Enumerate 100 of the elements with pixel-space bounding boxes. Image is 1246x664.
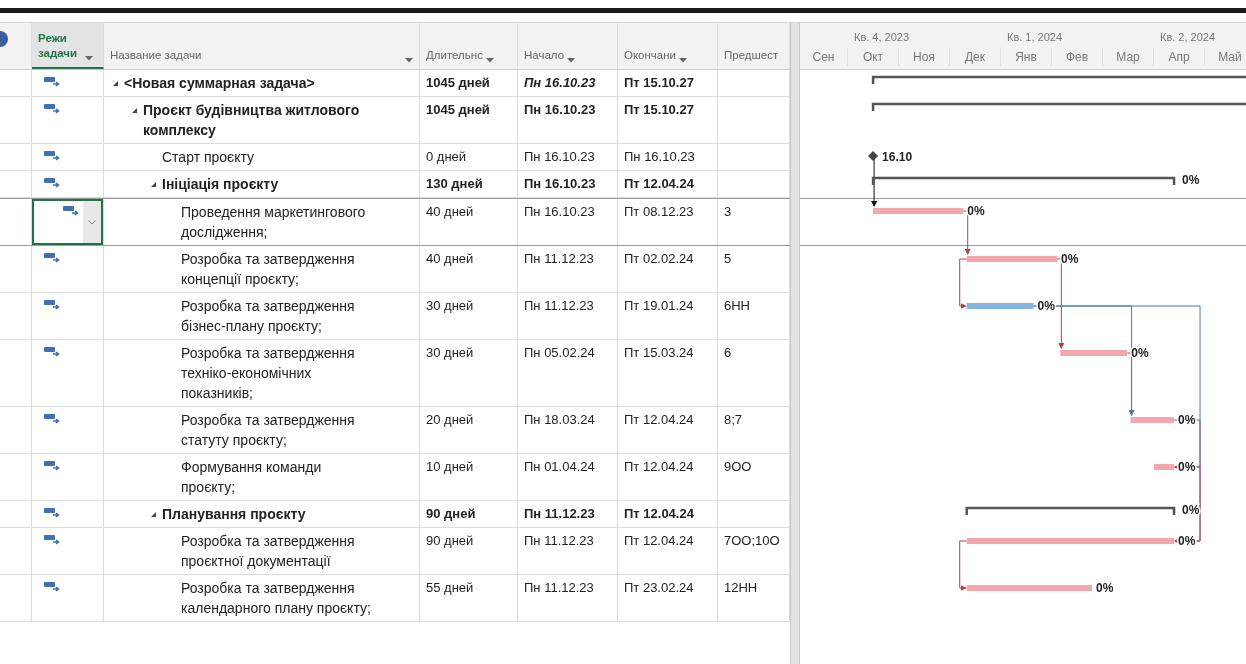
task-row[interactable]: Розробка та затвердження техніко-економічних показників; 30 дней Пн 05.02.24 Пт 15.03.24 6 xyxy=(0,340,790,407)
predecessors-cell: 12НН xyxy=(724,580,758,595)
start-date-cell: Пн 11.12.23 xyxy=(524,580,594,595)
task-name: Старт проєкту xyxy=(162,148,255,167)
finish-date-cell: Пт 12.04.24 xyxy=(624,506,694,521)
dropdown-arrow-icon[interactable] xyxy=(679,58,687,63)
duration-cell: 30 дней xyxy=(426,345,474,360)
task-row[interactable]: Планування проєкту 90 дней Пн 11.12.23 Пт 12.04.24 xyxy=(0,501,790,528)
finish-date-cell: Пт 12.04.24 xyxy=(624,533,694,548)
dropdown-arrow-icon[interactable] xyxy=(405,58,413,63)
finish-date-cell: Пт 12.04.24 xyxy=(624,176,694,191)
task-name: Розробка та затвердження концепції проєкту; xyxy=(181,250,356,289)
duration-cell: 40 дней xyxy=(426,204,474,219)
finish-date-cell: Пт 08.12.23 xyxy=(624,204,694,219)
month-label: Фев xyxy=(1065,50,1089,65)
task-row[interactable]: Розробка та затвердження проєктної документації 90 дней Пн 11.12.23 Пт 12.04.24 7ОО;10О xyxy=(0,528,790,575)
finish-date-cell: Пт 12.04.24 xyxy=(624,412,694,427)
task-mode-dropdown[interactable] xyxy=(32,199,103,245)
column-header[interactable]: Начало xyxy=(518,23,618,69)
task-row[interactable]: Формування команди проєкту; 10 дней Пн 01.04.24 Пт 12.04.24 9ОО xyxy=(0,454,790,501)
duration-cell: 1045 дней xyxy=(426,102,490,117)
task-name: <Новая суммарная задача> xyxy=(124,74,315,93)
task-row[interactable]: <Новая суммарная задача> 1045 дней Пн 16.10.23 Пт 15.10.27 xyxy=(0,70,790,97)
summary-bar[interactable] xyxy=(871,75,1246,86)
duration-cell: 90 дней xyxy=(426,533,474,548)
duration-cell: 0 дней xyxy=(426,149,467,164)
task-name: Розробка та затвердження календарного плану проєкту; xyxy=(181,579,372,618)
start-date-cell: Пн 16.10.23 xyxy=(524,204,595,219)
start-date-cell: Пн 16.10.23 xyxy=(524,102,596,117)
bar-label: 0% xyxy=(1178,413,1196,427)
predecessors-cell: 9ОО xyxy=(724,459,752,474)
finish-date-cell: Пт 02.02.24 xyxy=(624,251,694,266)
finish-date-cell: Пт 19.01.24 xyxy=(624,298,694,313)
duration-cell: 40 дней xyxy=(426,251,474,266)
duration-cell: 30 дней xyxy=(426,298,474,313)
predecessors-cell: 6НН xyxy=(724,298,750,313)
month-label: Апр xyxy=(1168,50,1190,65)
column-header[interactable]: Окончани xyxy=(618,23,718,69)
task-mode-icon xyxy=(44,581,60,592)
month-label: Мар xyxy=(1116,50,1140,65)
chevron-down-icon[interactable] xyxy=(88,219,96,225)
quarter-label: Кв. 2, 2024 xyxy=(1160,31,1216,43)
start-date-cell: Пн 01.04.24 xyxy=(524,459,595,474)
bar-label: 0% xyxy=(967,204,985,218)
summary-bar[interactable] xyxy=(871,102,1246,113)
task-row[interactable]: Розробка та затвердження календарного плану проєкту; 55 дней Пн 11.12.23 Пт 23.02.24 12НН xyxy=(0,575,790,622)
task-mode-icon xyxy=(44,460,60,471)
start-date-cell: Пн 16.10.23 xyxy=(524,176,596,191)
summary-bar[interactable] xyxy=(871,176,1176,185)
summary-bar[interactable] xyxy=(965,506,1176,515)
task-mode-icon xyxy=(44,150,60,161)
bar-label: 0% xyxy=(1061,252,1079,266)
column-header[interactable]: Режи задачи xyxy=(32,23,104,69)
dropdown-arrow-icon[interactable] xyxy=(567,58,576,63)
month-label: Янв xyxy=(1015,50,1037,65)
quarter-label: Кв. 4, 2023 xyxy=(854,31,910,43)
task-mode-icon xyxy=(44,76,60,87)
task-mode-icon xyxy=(44,534,60,545)
column-header[interactable]: Длительнс xyxy=(420,23,518,69)
bar-label: 16.10 xyxy=(882,150,913,164)
task-row[interactable]: Розробка та затвердження концепції проєкту; 40 дней Пн 11.12.23 Пт 02.02.24 5 xyxy=(0,246,790,293)
month-label: Окт xyxy=(862,50,884,65)
task-row[interactable]: Розробка та затвердження бізнес-плану проєкту; 30 дней Пн 11.12.23 Пт 19.01.24 6НН xyxy=(0,293,790,340)
task-mode-icon xyxy=(44,103,60,114)
duration-cell: 55 дней xyxy=(426,580,474,595)
task-row[interactable]: Старт проєкту 0 дней Пн 16.10.23 Пн 16.10.23 xyxy=(0,144,790,171)
column-header[interactable]: Название задачи xyxy=(104,23,420,69)
quarter-label: Кв. 1, 2024 xyxy=(1007,31,1063,43)
predecessors-cell: 7ОО;10О xyxy=(724,533,780,548)
collapse-triangle-icon[interactable] xyxy=(112,79,119,87)
start-date-cell: Пн 11.12.23 xyxy=(524,298,594,313)
dropdown-arrow-icon[interactable] xyxy=(85,56,93,61)
task-name: Розробка та затвердження статуту проєкту; xyxy=(181,411,356,450)
duration-cell: 1045 дней xyxy=(426,75,490,90)
task-mode-icon xyxy=(63,205,79,216)
start-date-cell: Пн 16.10.23 xyxy=(524,75,596,90)
info-icon[interactable] xyxy=(0,31,10,47)
predecessors-cell: 6 xyxy=(724,345,732,360)
start-date-cell: Пн 05.02.24 xyxy=(524,345,595,360)
task-row[interactable]: Проведення маркетингового дослідження; 40 дней Пн 16.10.23 Пт 08.12.23 3 xyxy=(0,198,790,246)
task-row[interactable]: Проєкт будівництва житлового комплексу 1045 дней Пн 16.10.23 Пт 15.10.27 xyxy=(0,97,790,144)
dropdown-arrow-icon[interactable] xyxy=(485,58,494,63)
task-name: Розробка та затвердження проєктної документації xyxy=(181,532,356,571)
collapse-triangle-icon[interactable] xyxy=(131,106,138,114)
finish-date-cell: Пт 23.02.24 xyxy=(624,580,694,595)
duration-cell: 90 дней xyxy=(426,506,476,521)
start-date-cell: Пн 16.10.23 xyxy=(524,149,595,164)
task-mode-icon xyxy=(44,299,60,310)
collapse-triangle-icon[interactable] xyxy=(150,510,157,518)
milestone-diamond[interactable] xyxy=(868,151,879,161)
finish-date-cell: Пт 15.10.27 xyxy=(624,75,694,90)
finish-date-cell: Пн 16.10.23 xyxy=(624,149,695,164)
task-row[interactable]: Розробка та затвердження статуту проєкту; 20 дней Пн 18.03.24 Пт 12.04.24 8;7 xyxy=(0,407,790,454)
month-label: Май xyxy=(1218,50,1242,65)
month-label: Сен xyxy=(812,50,835,65)
task-row[interactable]: Ініціація проєкту 130 дней Пн 16.10.23 Пт 12.04.24 xyxy=(0,171,790,198)
collapse-triangle-icon[interactable] xyxy=(150,180,157,188)
bar-label: 0% xyxy=(1096,581,1114,595)
predecessors-cell: 3 xyxy=(724,204,732,219)
finish-date-cell: Пт 15.10.27 xyxy=(624,102,694,117)
